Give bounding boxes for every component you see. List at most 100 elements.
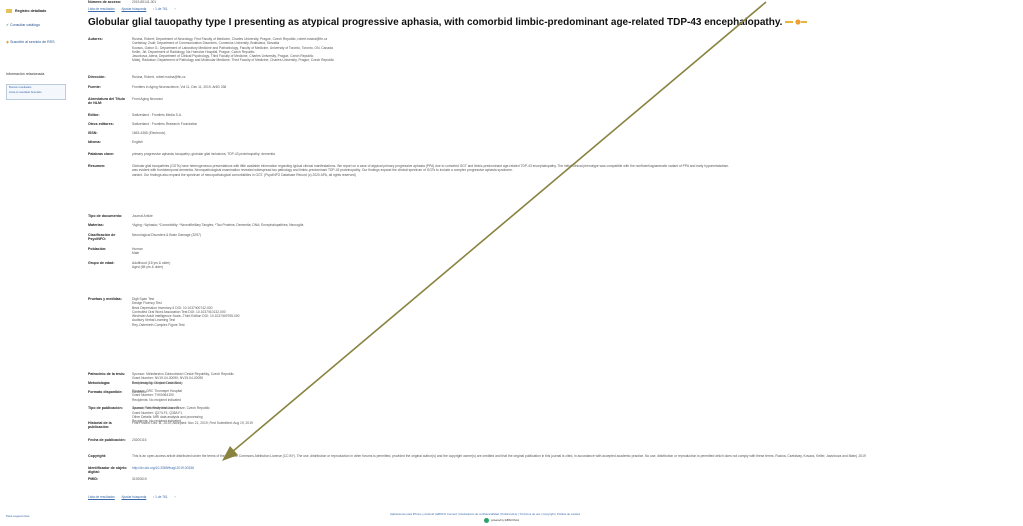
sidebar-link-rss[interactable]: ◉ Suscribir al servicio de RSS <box>6 40 64 44</box>
doi-link[interactable]: http://dx.doi.org/10.3389/fnagi.2019.003… <box>132 466 194 470</box>
field-value: Electronic <box>132 390 1018 394</box>
field-value: Sponsor: Ministerstvo Zdravotnictví Cesk… <box>132 372 1018 424</box>
field-label: Copyright: <box>88 454 107 458</box>
field-value-line: Rey-Osterrieth Complex Figure Test <box>132 322 185 327</box>
field-value: Journal; Peer Reviewed Journal <box>132 406 1018 410</box>
sidebar-record-tab[interactable]: Registro detallado <box>6 9 46 14</box>
sidebar-link-catalog[interactable]: ✔ Consultar catálogo <box>6 23 64 27</box>
field-label: Resumen: <box>88 164 106 168</box>
field-label: Pruebas y medidas: <box>88 297 122 301</box>
field-label: Materias: <box>88 223 104 227</box>
rss-icon: ◉ <box>6 40 10 44</box>
field-value-line: http://dx.doi.org/10.3389/fnagi.2019.003… <box>132 466 1018 470</box>
field-value: First Posted: Dec 11, 2019; Accepted: No… <box>132 421 1018 425</box>
field-label: Editor: <box>88 113 100 117</box>
field-value-line: Aged (65 yrs & older) <box>132 265 164 270</box>
refine-search-link[interactable]: Ajustar búsqueda <box>121 495 146 499</box>
field-value-line: Electronic <box>132 390 147 394</box>
footer-logo: powered by EBSCOhost <box>484 518 519 523</box>
results-list-link[interactable]: Lista de resultados <box>88 7 115 11</box>
full-text-link-icon[interactable] <box>785 19 808 25</box>
field-value-line: Brain Imaging; Clinical Case Study <box>132 381 183 385</box>
field-label: Otros editores: <box>88 122 114 126</box>
field-value-line: 2019-85141-001 <box>132 0 157 4</box>
field-value: Globular glial tauopathies (GGTs) have h… <box>132 164 1018 177</box>
field-value-line: First Posted: Dec 11, 2019; Accepted: No… <box>132 421 253 425</box>
field-value: Brain Imaging; Clinical Case Study <box>132 381 1018 385</box>
top-result-nav: Lista de resultados Ajustar búsqueda ‹ 1… <box>88 7 182 11</box>
field-label: Clasificación de PsycINFO: <box>88 233 116 242</box>
field-value: Digit Span Test Design Fluency Test Beck D… <box>132 297 1018 327</box>
field-value: 1663-4365 (Electronic) <box>132 131 1018 135</box>
field-label: Metodología: <box>88 381 111 385</box>
field-value: 2019-85141-001 <box>132 0 1018 4</box>
field-value-line: English <box>132 140 143 144</box>
field-value-line: Front Aging Neurosci <box>132 97 163 101</box>
bottom-result-nav: Lista de resultados Ajustar búsqueda ‹ 1… <box>88 495 182 499</box>
footer-links[interactable]: Aplicaciones para iPhone y Android | EBS… <box>390 512 580 516</box>
related-info-box[interactable]: Buscar resultados Lista el resultado bus… <box>6 84 66 100</box>
field-value: 20200116 <box>132 438 1018 442</box>
field-value: Rusina, Robert; Department of Neurology,… <box>132 37 1018 63</box>
field-label: Historial de la publicación: <box>88 421 112 430</box>
field-value: Human Male <box>132 247 1018 256</box>
field-label: Tipo de documento: <box>88 214 123 218</box>
related-info-heading: Información relacionada <box>6 72 45 76</box>
field-value: Switzerland : Frontiers Media S.A. <box>132 113 1018 117</box>
field-value[interactable]: http://dx.doi.org/10.3389/fnagi.2019.003… <box>132 466 1018 470</box>
field-value-line: Journal Article <box>132 214 153 218</box>
field-label: Fuente: <box>88 85 101 89</box>
field-value: Switzerland : Frontiers Research Foundat… <box>132 122 1018 126</box>
field-label: Formato disponible: <box>88 390 123 394</box>
field-value: Adulthood (18 yrs & older) Aged (65 yrs &… <box>132 261 1018 270</box>
field-value-line: Switzerland : Frontiers Research Foundat… <box>132 122 198 126</box>
pager: ‹ 1 de 761 › <box>153 7 176 11</box>
sidebar-footer-link[interactable]: Para sugerencias <box>6 514 29 518</box>
field-value-line: Switzerland : Frontiers Media S.A. <box>132 113 182 117</box>
field-label: Dirección: <box>88 75 106 79</box>
field-value-line: Journal; Peer Reviewed Journal <box>132 406 179 410</box>
field-value-line: Neurological Disorders & Brain Damage (3… <box>132 233 201 237</box>
field-label: Idioma: <box>88 140 101 144</box>
results-list-link[interactable]: Lista de resultados <box>88 495 115 499</box>
field-value: *Aging; *Aphasia; *Comorbidity; *Neurofi… <box>132 223 1018 227</box>
field-label: Patrocinio de la tesis: <box>88 372 126 376</box>
field-label: PMID: <box>88 477 99 481</box>
field-label: Fecha de publicación: <box>88 438 126 442</box>
field-value-line: primary progressive aphasia; tauopathy; … <box>132 152 275 156</box>
field-value: Frontiers in Aging Neuroscience, Vol 11,… <box>132 85 1018 89</box>
field-label: ISSN: <box>88 131 98 135</box>
field-value: Front Aging Neurosci <box>132 97 1018 101</box>
related-info-line: Lista el resultado buscado <box>9 90 42 95</box>
field-value-line: This is an open-access article distribut… <box>132 454 866 458</box>
page-title: Globular glial tauopathy type I presenti… <box>88 17 808 28</box>
field-label: Autores: <box>88 37 103 41</box>
field-label: Palabras clave: <box>88 152 115 156</box>
main-content: Lista de resultados Ajustar búsqueda ‹ 1… <box>82 0 1023 526</box>
field-label: Número de acceso: <box>88 0 122 4</box>
field-value: primary progressive aphasia; tauopathy; … <box>132 152 1018 156</box>
field-value: Journal Article <box>132 214 1018 218</box>
field-value: Rusina, Robert, robert.rusina@ftn.cz <box>132 75 1018 79</box>
field-value-line: variant. Our findings also expand the sp… <box>132 172 356 177</box>
sidebar: Registro detallado ✔ Consultar catálogo … <box>0 0 72 526</box>
ebsco-logo-icon <box>484 518 489 523</box>
refine-search-link[interactable]: Ajustar búsqueda <box>121 7 146 11</box>
field-value-line: Male <box>132 251 140 256</box>
field-value-line: Frontiers in Aging Neuroscience, Vol 11,… <box>132 85 227 89</box>
field-value-line: 20200116 <box>132 438 147 442</box>
field-value: 31920619 <box>132 477 1018 481</box>
field-label: Identificador de objeto digital: <box>88 466 127 475</box>
field-label: Grupo de edad: <box>88 261 115 265</box>
field-value-line: 1663-4365 (Electronic) <box>132 131 166 135</box>
field-value: Neurological Disorders & Brain Damage (3… <box>132 233 1018 237</box>
field-label: Población: <box>88 247 107 251</box>
field-value-line: *Aging; *Aphasia; *Comorbidity; *Neurofi… <box>132 223 304 227</box>
document-icon <box>6 9 12 14</box>
field-value: English <box>132 140 1018 144</box>
pager: ‹ 1 de 761 › <box>153 495 176 499</box>
check-icon: ✔ <box>6 23 10 27</box>
field-value-line: 31920619 <box>132 477 147 481</box>
field-label: Abreviatura del Título de NLM: <box>88 97 125 106</box>
field-value: This is an open-access article distribut… <box>132 454 1018 458</box>
